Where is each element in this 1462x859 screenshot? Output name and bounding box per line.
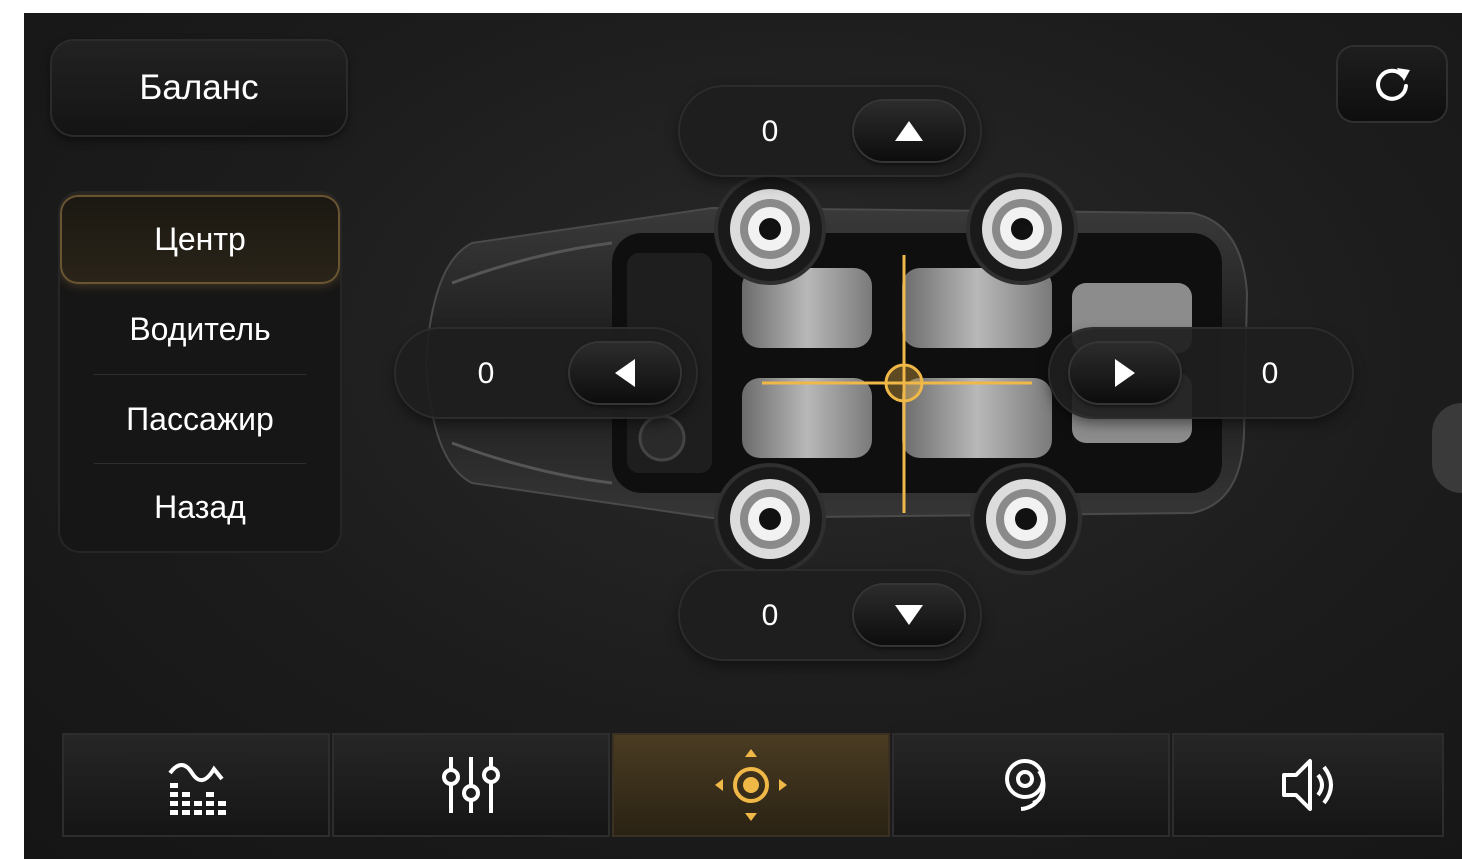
refresh-icon [1376,68,1410,101]
arrow-right-icon [1115,359,1135,387]
mode-label: Пассажир [126,401,274,437]
mode-label: Водитель [129,311,271,347]
right-value: 0 [1261,357,1279,390]
reset-button[interactable] [1338,47,1446,121]
balance-screen: Баланс Центр Водитель Пассажир Назад 0 0… [24,13,1462,859]
speaker-front-left [714,173,826,285]
right-balance-control: 0 [1050,329,1352,417]
front-balance-control: 0 [680,87,980,175]
side-drawer-handle[interactable] [1432,403,1462,493]
speaker-front-right [966,173,1078,285]
rear-value: 0 [761,599,779,632]
page-title-label: Баланс [139,68,259,107]
mode-list: Центр Водитель Пассажир Назад [60,193,340,551]
speaker-rear-right [970,463,1082,575]
mode-item-rear[interactable]: Назад [60,463,340,551]
right-arrow-button[interactable] [1070,343,1180,403]
mode-item-passenger[interactable]: Пассажир [60,375,340,464]
sliders-icon [442,757,500,813]
mode-label: Центр [154,221,246,257]
rear-down-button[interactable] [854,585,964,645]
arrow-down-icon [895,605,923,625]
tab-surround[interactable] [894,735,1168,835]
tab-volume[interactable] [1174,735,1442,835]
equalizer-curve-icon [168,763,226,815]
tab-equalizer-curve[interactable] [64,735,328,835]
tab-sliders[interactable] [334,735,608,835]
bottom-tab-bar [64,735,1442,839]
arrow-up-icon [895,121,923,141]
surround-sound-icon [1005,759,1046,811]
front-up-button[interactable] [854,101,964,161]
speaker-volume-icon [1282,759,1333,811]
left-arrow-button[interactable] [570,343,680,403]
left-value: 0 [477,357,495,390]
speaker-rear-left [714,463,826,575]
tab-balance[interactable] [614,735,888,835]
balance-crosshair-icon [715,749,787,821]
rear-balance-control: 0 [680,571,980,659]
arrow-left-icon [615,359,635,387]
page-title: Баланс [52,41,346,135]
mode-item-driver[interactable]: Водитель [60,285,340,374]
mode-label: Назад [154,489,246,525]
left-balance-control: 0 [396,329,696,417]
mode-item-center[interactable]: Центр [60,195,340,284]
front-value: 0 [761,115,779,148]
